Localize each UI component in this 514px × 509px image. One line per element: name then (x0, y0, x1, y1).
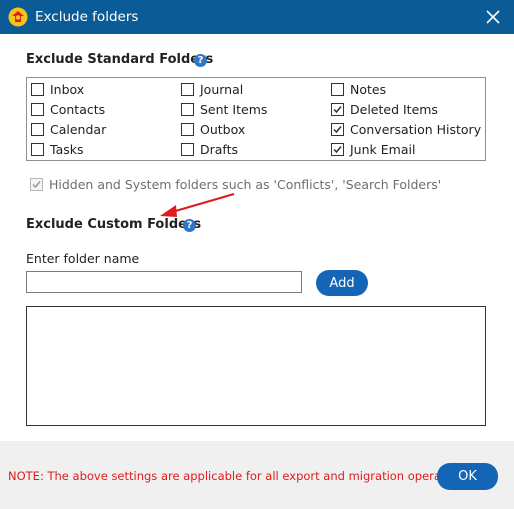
folder-name-label: Enter folder name (26, 251, 140, 266)
checkbox-tasks[interactable]: Tasks (31, 141, 84, 157)
checkbox-drafts[interactable]: Drafts (181, 141, 238, 157)
checkbox-box[interactable] (181, 142, 194, 156)
checkmark-icon (32, 181, 41, 189)
window-title: Exclude folders (35, 9, 139, 25)
add-button[interactable]: Add (316, 270, 368, 296)
standard-help-icon[interactable]: ? (194, 54, 207, 67)
standard-folders-group: Inbox Journal Notes Contacts Sent Items … (26, 77, 486, 161)
checkbox-label: Deleted Items (350, 101, 438, 117)
checkbox-box[interactable] (30, 178, 43, 191)
checkbox-inbox[interactable]: Inbox (31, 81, 84, 97)
checkbox-box[interactable] (181, 82, 194, 96)
checkbox-box[interactable] (31, 82, 44, 96)
checkbox-label: Journal (200, 81, 244, 97)
checkbox-label: Inbox (50, 81, 85, 97)
standard-folders-title: Exclude Standard Folders (26, 52, 214, 67)
checkbox-journal[interactable]: Journal (181, 81, 243, 97)
checkbox-notes[interactable]: Notes (331, 81, 386, 97)
checkbox-junk-email[interactable]: Junk Email (331, 141, 415, 157)
custom-folders-list[interactable] (26, 306, 486, 426)
checkbox-conversation-history[interactable]: Conversation History (331, 121, 481, 137)
close-icon[interactable] (486, 10, 500, 24)
checkbox-box[interactable] (181, 102, 194, 116)
checkbox-outbox[interactable]: Outbox (181, 121, 245, 137)
checkmark-icon (333, 145, 342, 153)
checkbox-label: Junk Email (350, 141, 416, 157)
custom-folders-title: Exclude Custom Folders (26, 217, 202, 232)
checkbox-label: Sent Items (200, 101, 268, 117)
checkbox-label: Drafts (200, 141, 239, 157)
custom-help-icon[interactable]: ? (183, 219, 196, 232)
checkbox-label: Outbox (200, 121, 246, 137)
ok-button[interactable]: OK (437, 463, 498, 490)
checkbox-label: Hidden and System folders such as 'Confl… (49, 177, 442, 192)
title-bar: Exclude folders (0, 0, 514, 34)
checkbox-label: Conversation History (350, 121, 482, 137)
app-logo-icon (8, 7, 28, 27)
checkbox-box[interactable] (31, 102, 44, 116)
checkbox-sent-items[interactable]: Sent Items (181, 101, 267, 117)
checkbox-label: Notes (350, 81, 387, 97)
checkmark-icon (333, 105, 342, 113)
checkbox-box[interactable] (31, 142, 44, 156)
checkbox-contacts[interactable]: Contacts (31, 101, 105, 117)
checkbox-box[interactable] (331, 102, 344, 116)
checkbox-label: Calendar (50, 121, 107, 137)
checkbox-box[interactable] (181, 122, 194, 136)
checkmark-icon (333, 125, 342, 133)
checkbox-box[interactable] (331, 82, 344, 96)
checkbox-deleted-items[interactable]: Deleted Items (331, 101, 438, 117)
checkbox-label: Contacts (50, 101, 106, 117)
checkbox-label: Tasks (50, 141, 84, 157)
checkbox-calendar[interactable]: Calendar (31, 121, 106, 137)
checkbox-box[interactable] (331, 142, 344, 156)
folder-name-input[interactable] (26, 271, 302, 293)
checkbox-box[interactable] (331, 122, 344, 136)
checkbox-box[interactable] (31, 122, 44, 136)
close-button[interactable] (472, 0, 514, 34)
note-text: NOTE: The above settings are applicable … (8, 469, 473, 483)
